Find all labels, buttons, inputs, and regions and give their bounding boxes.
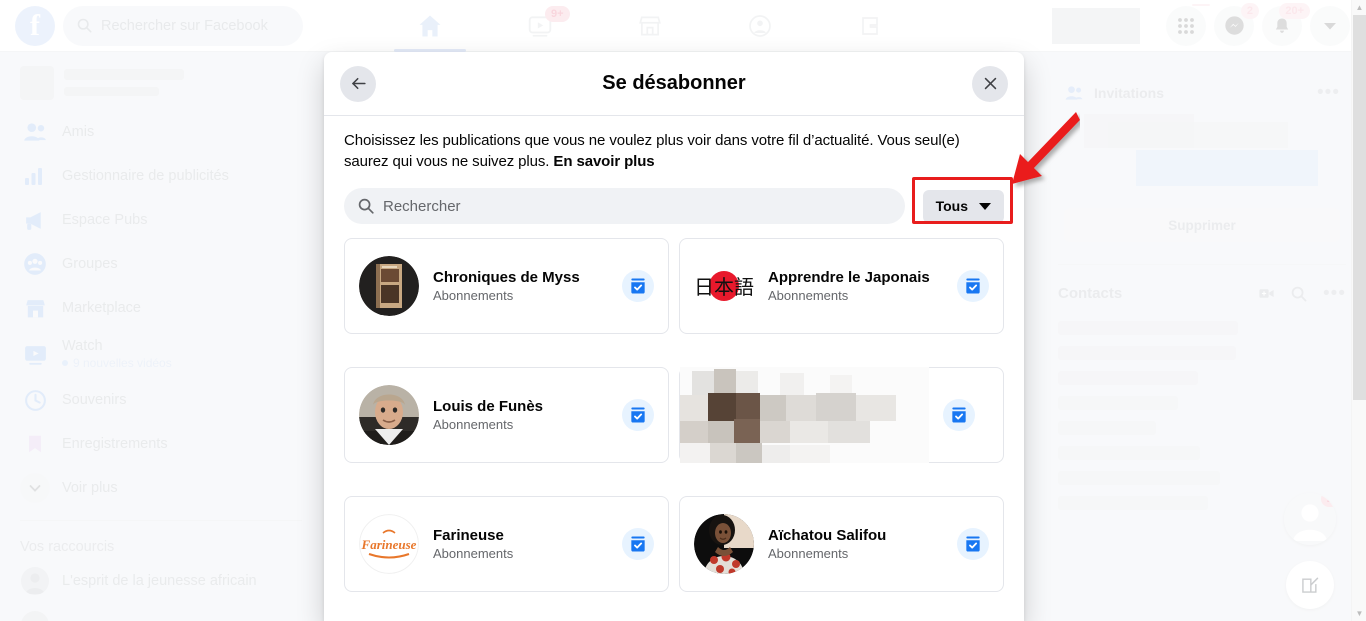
list-item-subtitle: Abonnements xyxy=(768,545,849,561)
list-item[interactable]: Aïchatou Salifou Abonnements xyxy=(679,495,1004,592)
modal-title: Se désabonner xyxy=(602,72,746,94)
back-button[interactable] xyxy=(340,65,376,102)
redacted-list-item-content xyxy=(680,366,929,463)
filter-dropdown-label: Tous xyxy=(935,198,968,214)
list-item-text: Chroniques de Myss Abonnements xyxy=(433,269,608,303)
list-item-text: Apprendre le Japonais Abonnements xyxy=(768,269,943,303)
portrait-woman-avatar xyxy=(694,513,754,574)
list-item-name: Apprendre le Japonais xyxy=(768,269,930,286)
book-cover-avatar xyxy=(359,256,419,316)
avatar: Farineuse xyxy=(359,513,419,574)
subscribed-check-icon xyxy=(631,407,645,423)
list-item-name: Louis de Funès xyxy=(433,397,544,415)
list-item[interactable]: 日本語 Apprendre le Japonais Abonnements xyxy=(679,238,1004,334)
subscribed-checkbox[interactable] xyxy=(957,270,989,302)
close-button[interactable] xyxy=(972,65,1008,102)
subscribed-check-icon xyxy=(966,278,980,294)
redacted-blur xyxy=(680,366,929,463)
svg-text:日本語: 日本語 xyxy=(694,275,754,299)
modal-description: Choisissez les publications que vous ne … xyxy=(344,130,1004,172)
portrait-avatar xyxy=(359,384,419,445)
filter-dropdown-wrapper: Tous xyxy=(911,176,1013,224)
unfollow-modal: Se désabonner Choisissez les publication… xyxy=(324,52,1024,621)
close-icon xyxy=(984,77,996,90)
list-item-subtitle: Abonnements xyxy=(768,288,849,303)
list-item-name: Aïchatou Salifou xyxy=(768,526,887,544)
modal-search-placeholder: Rechercher xyxy=(383,197,461,215)
list-item-subtitle: Abonnements xyxy=(433,416,514,432)
subscribed-check-icon xyxy=(631,278,645,294)
list-item-name: Chroniques de Myss xyxy=(433,269,580,286)
learn-more-link[interactable]: En savoir plus xyxy=(553,153,654,170)
list-item[interactable]: Farineuse Farineuse Abonnements xyxy=(344,495,669,592)
search-icon xyxy=(358,198,374,214)
list-item[interactable]: Chroniques de Myss Abonnements xyxy=(344,238,669,334)
filter-dropdown-tous[interactable]: Tous xyxy=(922,189,1004,223)
japanese-text-avatar: 日本語 xyxy=(694,256,754,316)
arrow-left-icon xyxy=(351,77,366,90)
subscribed-checkbox[interactable] xyxy=(957,527,989,560)
list-item[interactable]: Louis de Funès Abonnements xyxy=(344,366,669,463)
list-item-subtitle: Abonnements xyxy=(433,288,514,303)
avatar xyxy=(694,513,754,574)
subscribed-check-icon xyxy=(952,407,966,423)
list-item[interactable] xyxy=(679,366,1004,463)
subscribed-checkbox[interactable] xyxy=(622,527,654,560)
modal-header: Se désabonner xyxy=(324,52,1024,116)
subscriptions-grid: Chroniques de Myss Abonnements 日本語 Appre… xyxy=(344,238,1004,621)
list-item-text: Farineuse Abonnements xyxy=(433,527,608,561)
avatar xyxy=(359,384,419,445)
subscribed-check-icon xyxy=(631,536,645,551)
modal-search-input[interactable]: Rechercher xyxy=(344,188,905,224)
list-item-subtitle: Abonnements xyxy=(433,545,514,561)
subscribed-checkbox[interactable] xyxy=(943,398,975,431)
modal-filter-row: Rechercher Tous xyxy=(344,176,1013,224)
avatar: 日本語 xyxy=(694,256,754,316)
chevron-down-icon xyxy=(979,202,991,210)
list-item-text: Aïchatou Salifou Abonnements xyxy=(768,527,943,561)
list-item-name: Farineuse xyxy=(433,526,504,544)
subscribed-checkbox[interactable] xyxy=(622,398,654,431)
avatar xyxy=(359,256,419,316)
svg-text:Farineuse: Farineuse xyxy=(361,537,417,552)
logo-farineuse-avatar: Farineuse xyxy=(359,513,419,574)
list-item-text: Louis de Funès Abonnements xyxy=(433,398,608,432)
subscribed-checkbox[interactable] xyxy=(622,270,654,302)
app-root: f Rechercher sur Facebook xyxy=(0,0,1366,621)
modal-body: Choisissez les publications que vous ne … xyxy=(324,116,1024,621)
subscribed-check-icon xyxy=(966,536,980,551)
